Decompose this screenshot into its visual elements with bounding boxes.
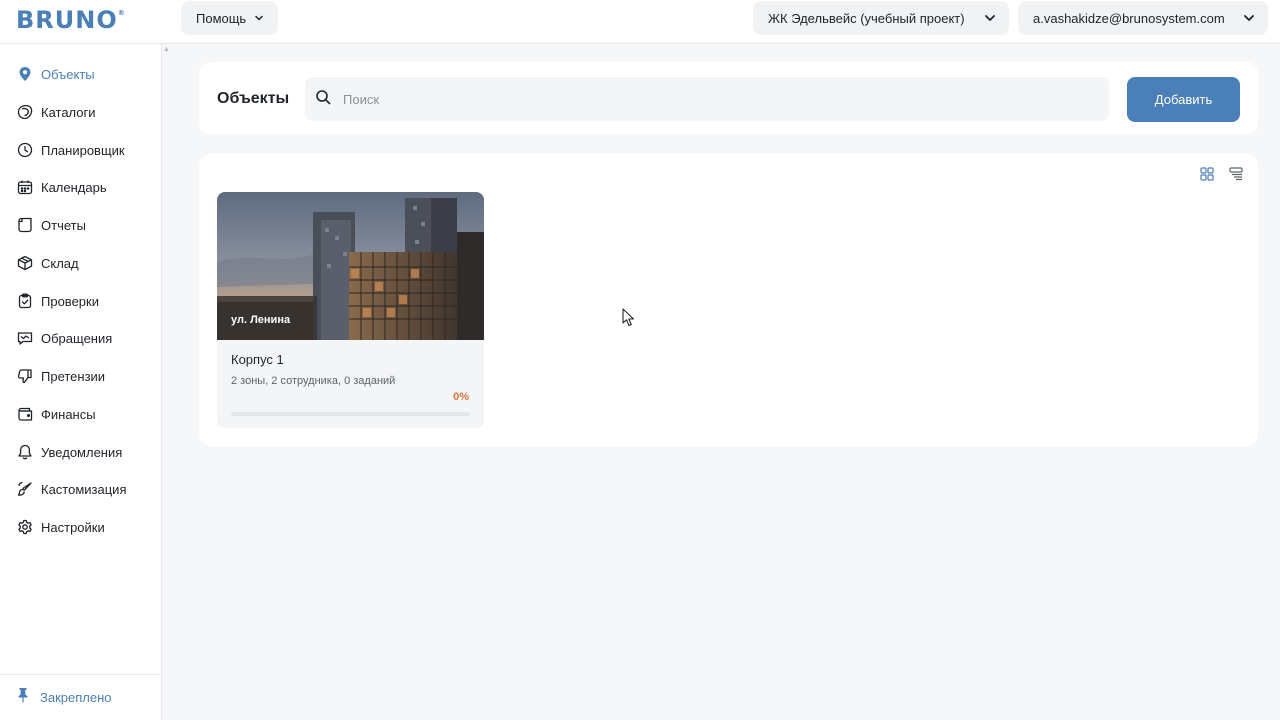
logo-registered-mark: ®	[117, 9, 125, 17]
chevron-down-icon	[254, 13, 264, 23]
sidebar-item-label: Отчеты	[41, 217, 86, 233]
sidebar-item-catalogs[interactable]: Каталоги	[0, 97, 161, 127]
bell-icon	[16, 444, 33, 461]
clipboard-check-icon	[16, 293, 33, 310]
sidebar-item-settings[interactable]: Настройки	[0, 512, 161, 542]
sidebar-item-reports[interactable]: Отчеты	[0, 210, 161, 240]
card-title: Корпус 1	[231, 352, 284, 367]
sidebar-item-label: Уведомления	[41, 444, 123, 460]
location-pin-icon	[16, 66, 33, 83]
grid-view-icon[interactable]	[1199, 166, 1215, 182]
sidebar-item-finance[interactable]: Финансы	[0, 399, 161, 429]
card-address: ул. Ленина	[231, 314, 291, 326]
sidebar-item-label: Настройки	[41, 519, 105, 535]
clock-icon	[16, 142, 33, 159]
card-meta: 2 зоны, 2 сотрудника, 0 заданий	[231, 375, 396, 387]
add-object-button[interactable]: Добавить	[1127, 77, 1240, 122]
project-selector[interactable]: ЖК Эдельвейс (учебный проект)	[753, 1, 1009, 35]
sidebar-item-claims[interactable]: Претензии	[0, 361, 161, 391]
top-bar: BRUNO® Помощь ЖК Эдельвейс (учебный прое…	[0, 0, 1280, 44]
search-icon	[315, 89, 331, 110]
sidebar-item-label: Финансы	[41, 406, 96, 422]
brush-icon	[16, 481, 33, 498]
help-menu-button[interactable]: Помощь	[181, 1, 278, 35]
user-menu-button[interactable]: a.vashakidze@brunosystem.com	[1018, 1, 1268, 35]
search-box[interactable]	[305, 77, 1109, 121]
pin-icon	[16, 687, 30, 708]
sidebar-item-label: Кастомизация	[41, 481, 127, 497]
sidebar-item-label: Претензии	[41, 368, 106, 384]
list-view-icon[interactable]	[1228, 166, 1244, 182]
sidebar-item-label: Планировщик	[41, 142, 125, 158]
objects-content-panel: ул. Ленина Корпус 1 2 зоны, 2 сотрудника…	[199, 154, 1258, 446]
building-photo: ул. Ленина	[217, 192, 484, 340]
scroll-up-arrow[interactable]: ▲	[163, 46, 170, 53]
search-input[interactable]	[343, 91, 1083, 107]
sidebar-item-objects[interactable]: Объекты	[0, 59, 161, 89]
catalog-icon	[16, 104, 33, 121]
box-icon	[16, 255, 33, 272]
thumb-down-icon	[16, 368, 33, 385]
sidebar-item-calendar[interactable]: Календарь	[0, 172, 161, 202]
sidebar-item-label: Объекты	[41, 66, 95, 82]
chevron-down-icon	[1242, 11, 1256, 25]
sidebar-item-label: Каталоги	[41, 104, 96, 120]
pinned-section[interactable]: Закреплено	[0, 674, 161, 720]
document-icon	[16, 217, 33, 234]
chevron-down-icon	[983, 11, 997, 25]
sidebar-item-requests[interactable]: Обращения	[0, 323, 161, 353]
mouse-cursor-icon	[622, 308, 635, 327]
sidebar-item-customization[interactable]: Кастомизация	[0, 474, 161, 504]
sidebar-item-notifications[interactable]: Уведомления	[0, 437, 161, 467]
page-title: Объекты	[217, 90, 290, 107]
pinned-label: Закреплено	[40, 690, 112, 705]
message-icon	[16, 330, 33, 347]
sidebar-item-planner[interactable]: Планировщик	[0, 135, 161, 165]
objects-header-panel: Объекты Добавить	[199, 62, 1258, 135]
calendar-icon	[16, 179, 33, 196]
sidebar-item-label: Проверки	[41, 293, 99, 309]
sidebar-item-inspections[interactable]: Проверки	[0, 286, 161, 316]
sidebar-item-warehouse[interactable]: Склад	[0, 248, 161, 278]
bruno-logo[interactable]: BRUNO®	[16, 6, 125, 34]
project-selector-label: ЖК Эдельвейс (учебный проект)	[768, 10, 965, 26]
sidebar-item-label: Склад	[41, 255, 79, 271]
user-email: a.vashakidze@brunosystem.com	[1033, 10, 1225, 26]
help-menu-label: Помощь	[196, 10, 247, 26]
card-progress-bar	[231, 412, 470, 416]
sidebar-item-label: Календарь	[41, 179, 107, 195]
wallet-icon	[16, 406, 33, 423]
logo-text: BRUNO	[16, 6, 118, 34]
gear-icon	[16, 519, 33, 536]
card-progress-percent: 0%	[453, 391, 469, 403]
sidebar-item-label: Обращения	[41, 330, 113, 346]
sidebar: Объекты Каталоги Планировщик Календарь О…	[0, 44, 162, 720]
object-card[interactable]: ул. Ленина Корпус 1 2 зоны, 2 сотрудника…	[217, 192, 484, 428]
